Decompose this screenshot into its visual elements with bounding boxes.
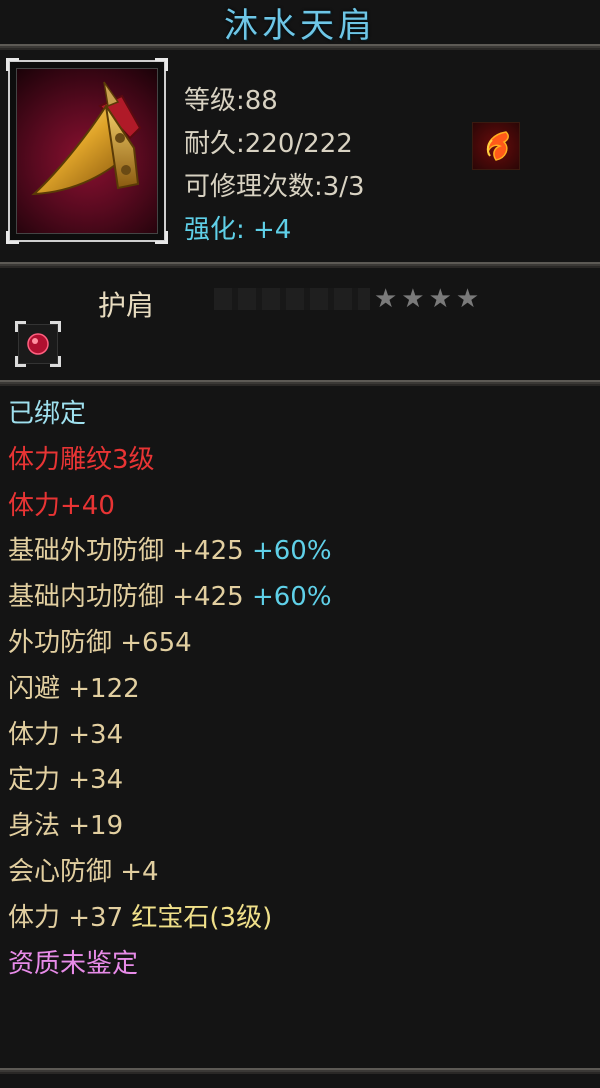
agility: 身法 +19 [8,811,124,842]
star-rating: ★★★★ [374,284,484,314]
gem-stat-row: 体力 +37 红宝石(3级) [8,902,273,933]
bound-status: 已绑定 [8,399,87,429]
shoulder-pad-icon [16,68,158,234]
engrave-text: 体力雕纹3级 [8,444,155,475]
item-stats: 等级:88 耐久:220/222 可修理次数:3/3 强化: +4 [184,80,365,252]
durability-text: 耐久:220/222 [184,129,353,159]
item-tooltip: 沐水天肩 等级:88 耐久:220/222 可修理次数:3/3 强化: +4 护… [0,0,600,1088]
repair-count-text: 可修理次数:3/3 [184,172,365,202]
engrave-bonus: 体力+40 [8,490,115,521]
slot-type-text: 护肩 [98,289,155,322]
item-portrait [6,58,168,244]
focus: 定力 +34 [8,765,124,796]
bottom-divider [0,1068,600,1074]
fire-swirl-icon [472,122,520,170]
level-text: 等级:88 [184,86,278,116]
item-title: 沐水天肩 [224,5,376,46]
slot-section: 护肩 ★★★★ [0,268,600,380]
ruby-gem-icon[interactable] [15,321,61,367]
enhance-text: 强化: +4 [184,215,292,245]
quality-text: 资质未鉴定 [8,948,139,979]
ext-def: 外功防御 +654 [8,627,192,658]
stamina: 体力 +34 [8,719,124,750]
item-header: 等级:88 耐久:220/222 可修理次数:3/3 强化: +4 [0,50,600,262]
faded-subtitle [214,288,370,310]
attribute-list: 已绑定 体力雕纹3级 体力+40 基础外功防御 +425 +60% 基础内功防御… [0,386,600,987]
base-int-def: 基础内功防御 +425 +60% [8,582,332,613]
crit-def: 会心防御 +4 [8,856,159,887]
dodge: 闪避 +122 [8,673,140,704]
base-ext-def: 基础外功防御 +425 +60% [8,536,332,567]
gem-name: 红宝石(3级) [131,902,273,933]
